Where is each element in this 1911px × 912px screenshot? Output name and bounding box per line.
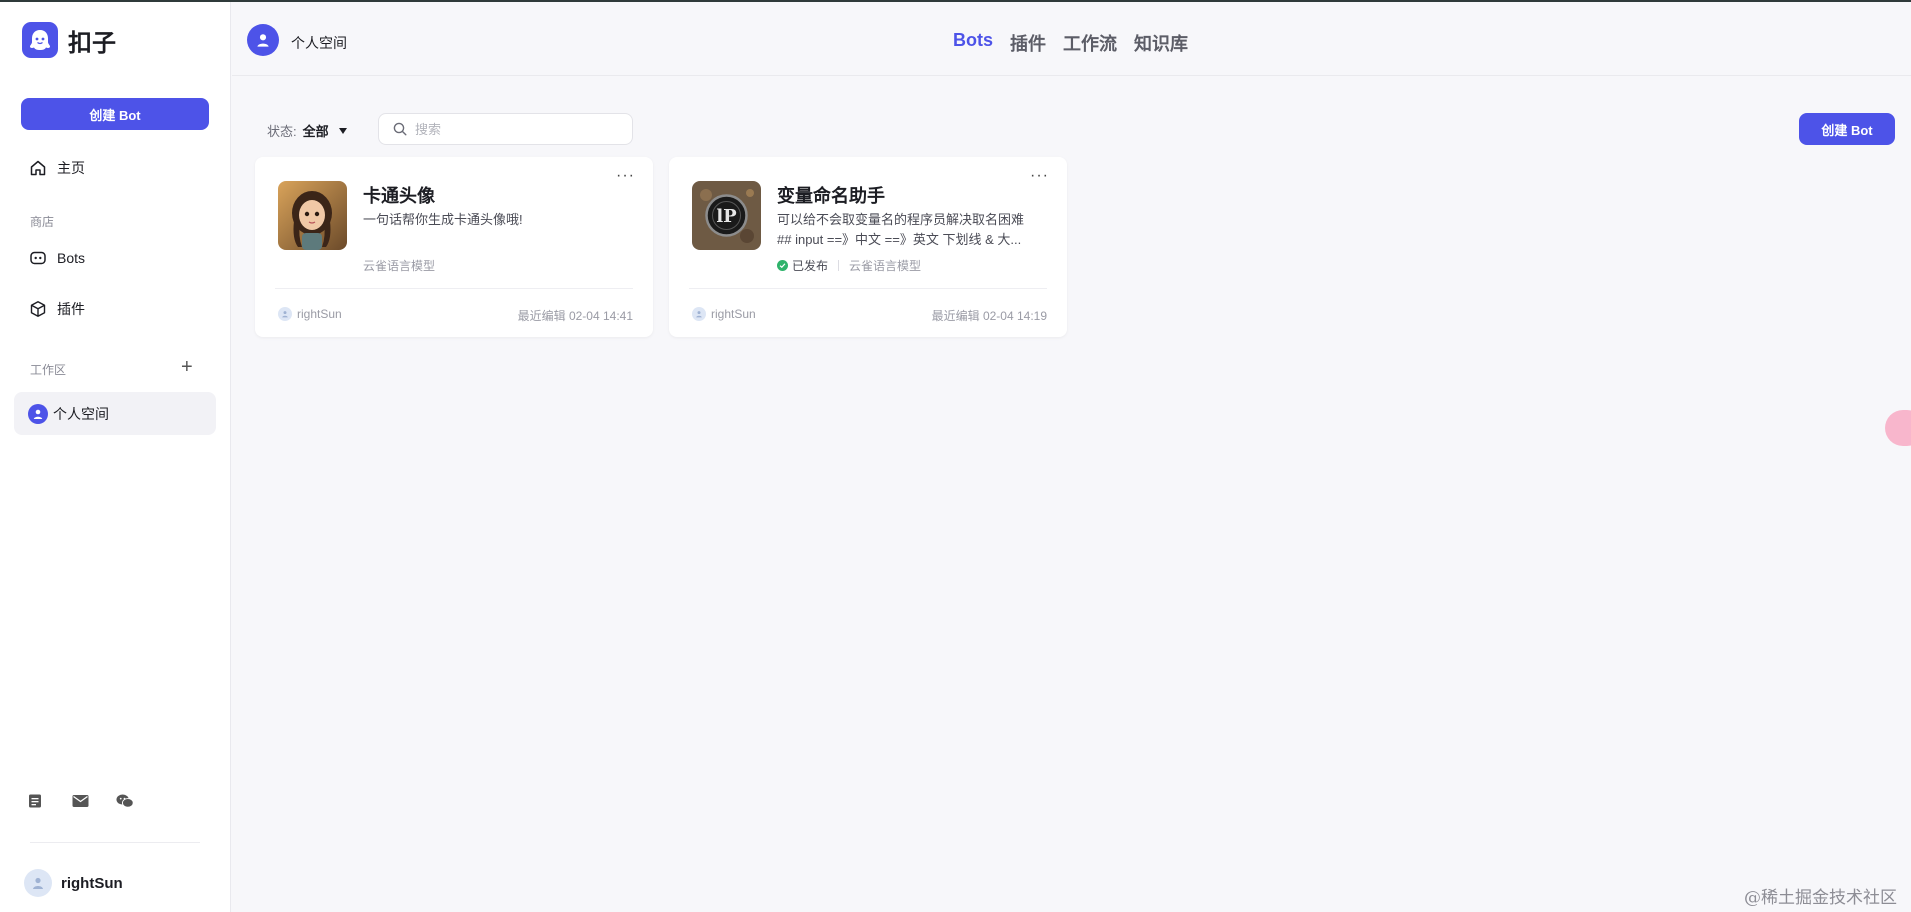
bot-model: 云雀语言模型 xyxy=(363,259,436,273)
window-top-border xyxy=(0,0,1911,2)
user-name: rightSun xyxy=(61,874,123,892)
sidebar-item-plugins[interactable]: 插件 xyxy=(14,288,216,330)
mail-icon[interactable] xyxy=(71,792,89,810)
sidebar-item-personal-space[interactable]: 个人空间 xyxy=(14,392,216,435)
bot-card[interactable]: ··· 卡通头像 一句话帮你生成卡通头像哦! 云雀语言模型 rightSun 最… xyxy=(255,157,653,337)
bot-description-line: 可以给不会取变量名的程序员解决取名困难 xyxy=(777,212,1025,227)
app-name: 扣子 xyxy=(68,29,116,57)
add-workspace-icon[interactable]: + xyxy=(181,357,193,377)
author-avatar-icon xyxy=(278,307,292,321)
sidebar-item-label: 主页 xyxy=(57,160,85,176)
bot-description: 可以给不会取变量名的程序员解决取名困难 ## input ==》中文 ==》英文… xyxy=(777,210,1049,250)
sidebar-footer-icons xyxy=(26,792,134,810)
avatar xyxy=(24,869,52,897)
tab-workflows[interactable]: 工作流 xyxy=(1063,30,1117,56)
create-bot-button-sidebar[interactable]: 创建 Bot xyxy=(21,98,209,130)
author-name: rightSun xyxy=(711,307,756,321)
wechat-icon[interactable] xyxy=(116,792,134,810)
search-icon xyxy=(393,122,407,136)
home-icon xyxy=(30,160,46,176)
space-avatar-icon[interactable] xyxy=(247,24,279,56)
app-logo[interactable]: 扣子 xyxy=(22,22,116,58)
sidebar-item-label: 插件 xyxy=(57,301,85,317)
bot-author: rightSun xyxy=(692,307,756,321)
bot-description: 一句话帮你生成卡通头像哦! xyxy=(363,210,635,230)
space-avatar-icon xyxy=(28,403,48,424)
check-circle-icon xyxy=(777,260,788,271)
tab-plugins[interactable]: 插件 xyxy=(1010,30,1046,56)
status-filter[interactable]: 状态: 全部 xyxy=(267,121,347,140)
bot-model: 云雀语言模型 xyxy=(849,259,922,273)
last-edited: 最近编辑 02-04 14:19 xyxy=(931,309,1047,323)
bot-avatar-cartoon-girl xyxy=(278,181,347,250)
watermark: @稀土掘金技术社区 xyxy=(1744,888,1897,908)
store-section-label: 商店 xyxy=(30,215,55,229)
sidebar-divider xyxy=(30,842,200,843)
bot-description-line: ## input ==》中文 ==》英文 下划线 & 大... xyxy=(777,232,1022,247)
status-value: 全部 xyxy=(302,124,329,139)
svg-text:lP: lP xyxy=(716,206,737,227)
space-name[interactable]: 个人空间 xyxy=(291,33,347,53)
bot-meta: 已发布 云雀语言模型 xyxy=(777,257,921,274)
author-avatar-icon xyxy=(692,307,706,321)
card-divider xyxy=(689,288,1047,289)
top-header: 个人空间 Bots 插件 工作流 知识库 xyxy=(232,2,1911,76)
search-input[interactable] xyxy=(415,121,605,137)
card-divider xyxy=(275,288,633,289)
main-tabs: Bots 插件 工作流 知识库 xyxy=(953,30,1188,56)
bot-author: rightSun xyxy=(278,307,342,321)
sidebar-item-label: Bots xyxy=(57,250,86,266)
cube-icon xyxy=(30,301,46,317)
bot-avatar-badge-logo: lP xyxy=(692,181,761,250)
sidebar-item-bots[interactable]: Bots xyxy=(14,237,216,279)
published-status: 已发布 xyxy=(777,257,828,274)
author-name: rightSun xyxy=(297,307,342,321)
bot-description-line: 一句话帮你生成卡通头像哦! xyxy=(363,212,523,227)
coze-logo-icon xyxy=(22,22,58,58)
workspace-section-label: 工作区 xyxy=(30,363,67,377)
meta-divider xyxy=(838,260,840,271)
bot-title: 变量命名助手 xyxy=(777,186,885,206)
sidebar-item-home[interactable]: 主页 xyxy=(14,147,216,189)
published-label: 已发布 xyxy=(792,259,829,273)
translate-float-icon[interactable] xyxy=(1885,410,1911,446)
status-label: 状态: xyxy=(267,124,297,139)
more-options-icon[interactable]: ··· xyxy=(616,167,635,185)
create-bot-button[interactable]: 创建 Bot xyxy=(1799,113,1895,145)
bot-meta: 云雀语言模型 xyxy=(363,257,435,274)
bot-card[interactable]: lP ··· 变量命名助手 可以给不会取变量名的程序员解决取名困难 ## inp… xyxy=(669,157,1067,337)
sidebar: 扣子 创建 Bot 主页 商店 Bots 插件 工作区 + 个人空间 right… xyxy=(0,0,231,912)
tab-bots[interactable]: Bots xyxy=(953,30,993,56)
tab-knowledge[interactable]: 知识库 xyxy=(1134,30,1188,56)
caret-down-icon xyxy=(338,127,347,134)
sidebar-item-label: 个人空间 xyxy=(53,405,109,422)
bot-title: 卡通头像 xyxy=(363,186,435,206)
search-box xyxy=(378,113,633,145)
last-edited: 最近编辑 02-04 14:41 xyxy=(517,309,633,323)
more-options-icon[interactable]: ··· xyxy=(1030,167,1049,185)
bot-icon xyxy=(30,251,46,265)
document-icon[interactable] xyxy=(26,792,44,810)
user-profile[interactable]: rightSun xyxy=(24,869,123,897)
